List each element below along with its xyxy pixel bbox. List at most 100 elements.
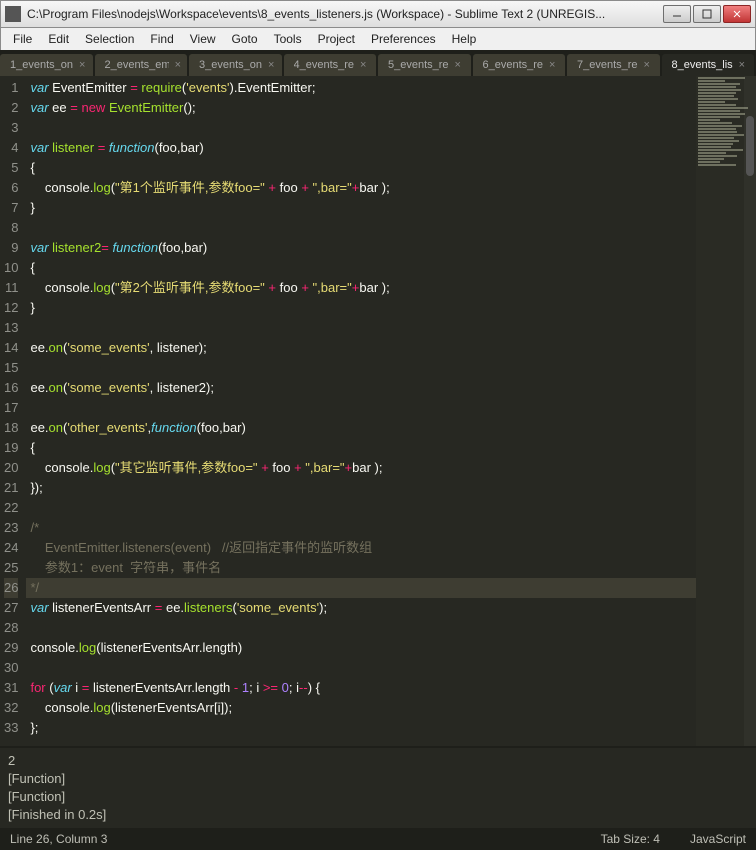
code-line[interactable]: console.log("其它监听事件,参数foo=" + foo + ",ba… — [26, 458, 696, 478]
code-line[interactable]: console.log(listenerEventsArr.length) — [26, 638, 696, 658]
menu-item-edit[interactable]: Edit — [40, 30, 77, 48]
code-line[interactable] — [26, 318, 696, 338]
scrollbar-vertical[interactable] — [744, 76, 756, 746]
tab-bar: 1_events_on×2_events_em×3_events_on×4_ev… — [0, 50, 756, 76]
code-line[interactable]: }; — [26, 718, 696, 738]
line-number: 10 — [4, 258, 18, 278]
line-number: 23 — [4, 518, 18, 538]
menu-item-find[interactable]: Find — [142, 30, 181, 48]
code-line[interactable] — [26, 118, 696, 138]
code-line[interactable]: { — [26, 438, 696, 458]
console-line: [Finished in 0.2s] — [8, 806, 748, 824]
code-editor[interactable]: 1234567891011121314151617181920212223242… — [0, 76, 756, 746]
code-line[interactable]: var listener = function(foo,bar) — [26, 138, 696, 158]
code-line[interactable]: var listener2= function(foo,bar) — [26, 238, 696, 258]
code-line[interactable]: { — [26, 158, 696, 178]
file-tab[interactable]: 7_events_re× — [567, 54, 660, 76]
line-number: 32 — [4, 698, 18, 718]
console-line: [Function] — [8, 788, 748, 806]
minimize-button[interactable] — [663, 5, 691, 23]
line-number: 7 — [4, 198, 18, 218]
file-tab[interactable]: 6_events_re × — [473, 54, 566, 76]
line-number: 12 — [4, 298, 18, 318]
code-line[interactable]: } — [26, 298, 696, 318]
menu-item-file[interactable]: File — [5, 30, 40, 48]
status-tab-size[interactable]: Tab Size: 4 — [601, 832, 660, 846]
code-line[interactable]: ee.on('some_events', listener2); — [26, 378, 696, 398]
build-output: 2[Function][Function][Finished in 0.2s] — [0, 746, 756, 828]
close-icon[interactable]: × — [268, 59, 274, 71]
line-number: 31 — [4, 678, 18, 698]
close-icon[interactable]: × — [644, 59, 650, 71]
file-tab[interactable]: 5_events_re× — [378, 54, 471, 76]
close-button[interactable] — [723, 5, 751, 23]
tab-label: 8_events_lis — [672, 59, 733, 71]
code-line[interactable]: for (var i = listenerEventsArr.length - … — [26, 678, 696, 698]
code-line[interactable]: ee.on('some_events', listener); — [26, 338, 696, 358]
file-tab[interactable]: 8_events_lis × — [662, 54, 755, 76]
menu-item-help[interactable]: Help — [444, 30, 485, 48]
menu-item-selection[interactable]: Selection — [77, 30, 142, 48]
code-area[interactable]: var EventEmitter = require('events').Eve… — [26, 76, 696, 746]
line-number: 18 — [4, 418, 18, 438]
line-number: 20 — [4, 458, 18, 478]
code-line[interactable]: var ee = new EventEmitter(); — [26, 98, 696, 118]
scroll-thumb[interactable] — [746, 116, 754, 176]
code-line[interactable] — [26, 618, 696, 638]
close-icon[interactable]: × — [360, 59, 366, 71]
code-line[interactable]: */ — [26, 578, 696, 598]
code-line[interactable]: var listenerEventsArr = ee.listeners('so… — [26, 598, 696, 618]
file-tab[interactable]: 4_events_re × — [284, 54, 377, 76]
code-line[interactable]: } — [26, 198, 696, 218]
line-number: 11 — [4, 278, 18, 298]
tab-label: 4_events_re — [294, 59, 355, 71]
status-language[interactable]: JavaScript — [690, 832, 746, 846]
file-tab[interactable]: 1_events_on × — [0, 54, 93, 76]
maximize-button[interactable] — [693, 5, 721, 23]
line-number: 28 — [4, 618, 18, 638]
line-number: 1 — [4, 78, 18, 98]
close-icon[interactable]: × — [455, 59, 461, 71]
code-line[interactable]: console.log("第2个监听事件,参数foo=" + foo + ",b… — [26, 278, 696, 298]
code-line[interactable] — [26, 358, 696, 378]
code-line[interactable]: 参数1：event 字符串，事件名 — [26, 558, 696, 578]
file-tab[interactable]: 3_events_on× — [189, 54, 282, 76]
file-tab[interactable]: 2_events_em× — [95, 54, 188, 76]
line-number: 3 — [4, 118, 18, 138]
tab-label: 6_events_re — [483, 59, 544, 71]
code-line[interactable]: var EventEmitter = require('events').Eve… — [26, 78, 696, 98]
code-line[interactable] — [26, 658, 696, 678]
line-number: 9 — [4, 238, 18, 258]
line-number: 33 — [4, 718, 18, 738]
close-icon[interactable]: × — [175, 59, 181, 71]
close-icon[interactable]: × — [739, 59, 745, 71]
console-line: [Function] — [8, 770, 748, 788]
menu-item-view[interactable]: View — [182, 30, 224, 48]
menu-item-goto[interactable]: Goto — [224, 30, 266, 48]
menu-item-project[interactable]: Project — [310, 30, 363, 48]
console-line: 2 — [8, 752, 748, 770]
window-controls — [663, 5, 751, 23]
code-line[interactable]: ee.on('other_events',function(foo,bar) — [26, 418, 696, 438]
line-number: 8 — [4, 218, 18, 238]
code-line[interactable]: EventEmitter.listeners(event) //返回指定事件的监… — [26, 538, 696, 558]
code-line[interactable]: /* — [26, 518, 696, 538]
code-line[interactable]: console.log(listenerEventsArr[i]); — [26, 698, 696, 718]
window-titlebar: C:\Program Files\nodejs\Workspace\events… — [0, 0, 756, 28]
line-number: 4 — [4, 138, 18, 158]
code-line[interactable] — [26, 218, 696, 238]
close-icon[interactable]: × — [549, 59, 555, 71]
line-number: 6 — [4, 178, 18, 198]
code-line[interactable] — [26, 498, 696, 518]
code-line[interactable]: { — [26, 258, 696, 278]
minimap[interactable] — [696, 76, 756, 746]
tab-label: 1_events_on — [10, 59, 73, 71]
menu-item-tools[interactable]: Tools — [266, 30, 310, 48]
code-line[interactable] — [26, 398, 696, 418]
code-line[interactable]: }); — [26, 478, 696, 498]
menu-item-preferences[interactable]: Preferences — [363, 30, 444, 48]
line-number: 30 — [4, 658, 18, 678]
line-number: 29 — [4, 638, 18, 658]
close-icon[interactable]: × — [79, 59, 85, 71]
code-line[interactable]: console.log("第1个监听事件,参数foo=" + foo + ",b… — [26, 178, 696, 198]
